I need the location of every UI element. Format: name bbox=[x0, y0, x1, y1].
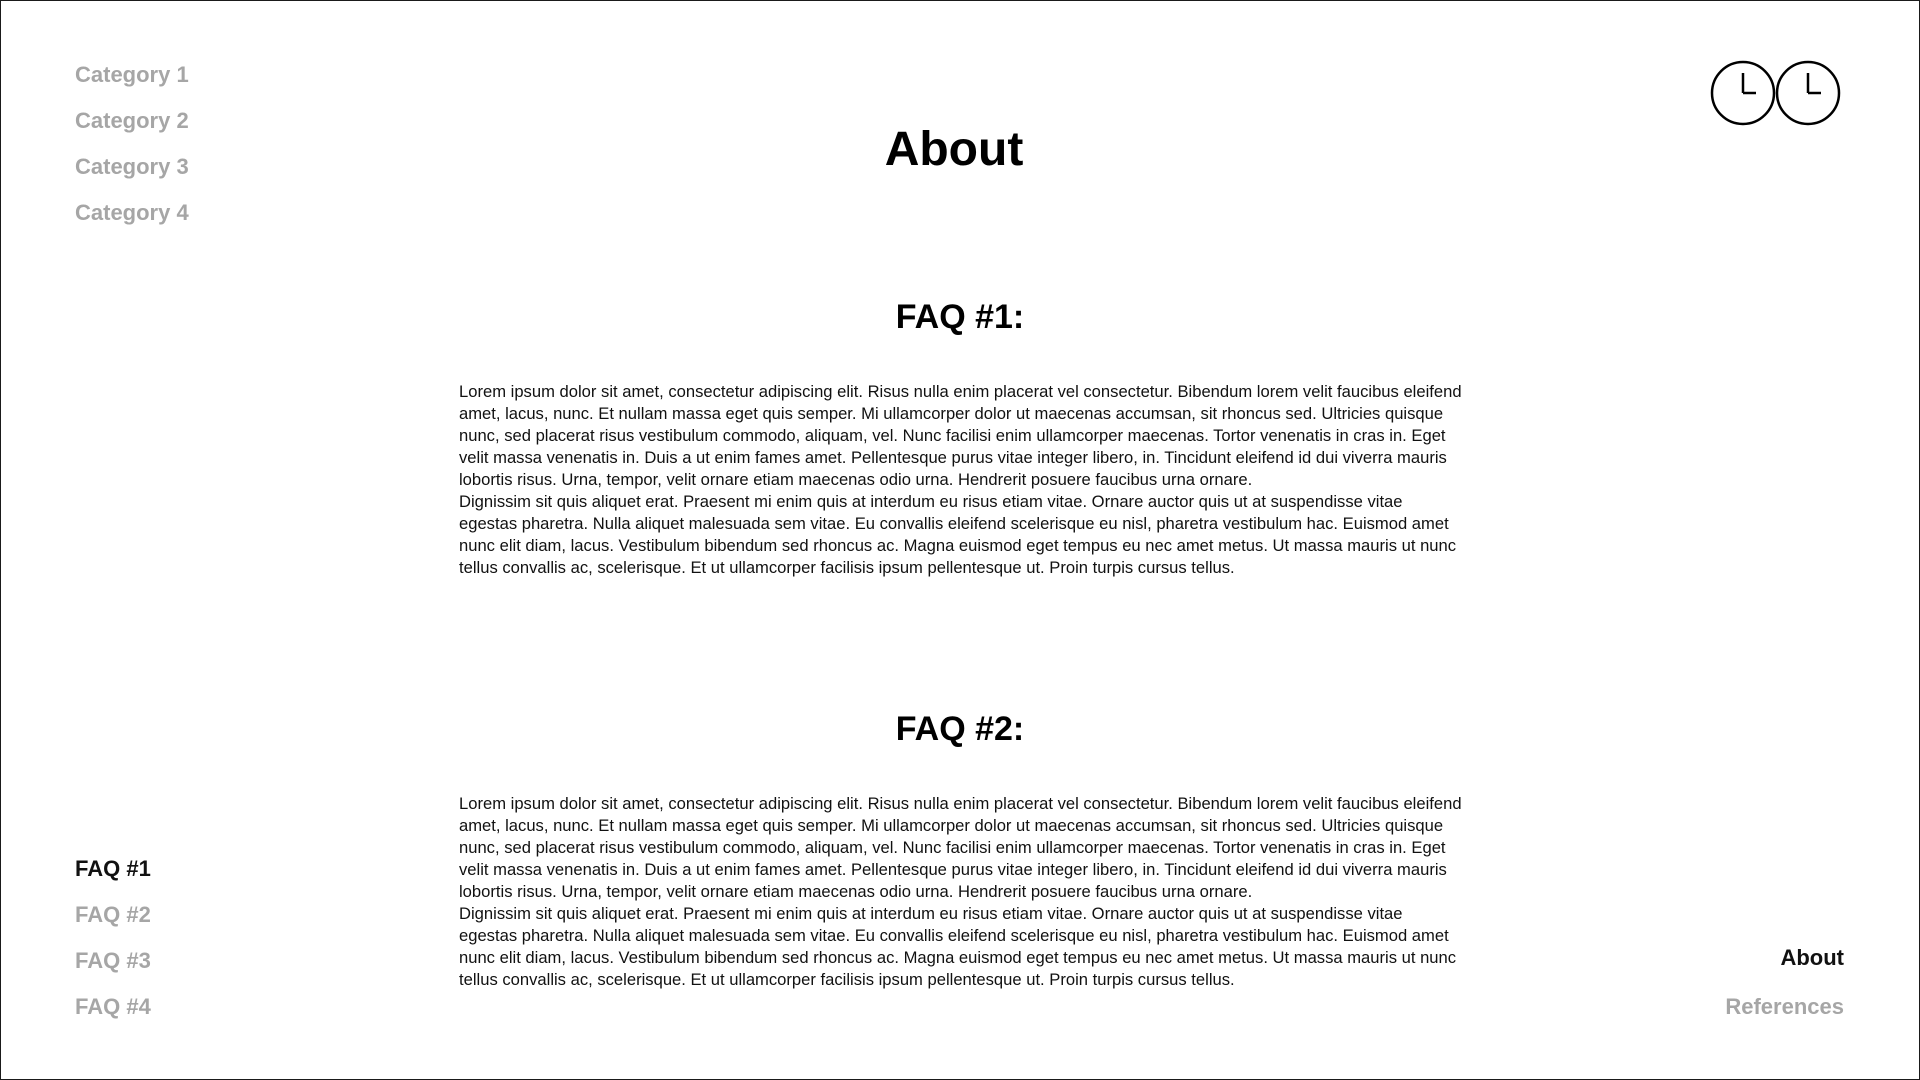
faq-2-body: Lorem ipsum dolor sit amet, consectetur … bbox=[459, 793, 1465, 991]
category-link-1[interactable]: Category 1 bbox=[75, 62, 189, 88]
twin-clock-logo-svg bbox=[1710, 60, 1841, 126]
faq-nav-item-1[interactable]: FAQ #1 bbox=[75, 856, 151, 882]
faq-1-paragraph-2: Dignissim sit quis aliquet erat. Praesen… bbox=[459, 492, 1457, 577]
faq-nav-item-2[interactable]: FAQ #2 bbox=[75, 902, 151, 928]
page-nav-references[interactable]: References bbox=[1725, 994, 1844, 1020]
faq-1-heading: FAQ #1: bbox=[895, 298, 1025, 336]
twin-clock-logo-icon[interactable] bbox=[1710, 60, 1842, 126]
faq-1-paragraph-1: Lorem ipsum dolor sit amet, consectetur … bbox=[459, 382, 1462, 489]
faq-2-paragraph-1: Lorem ipsum dolor sit amet, consectetur … bbox=[459, 794, 1462, 901]
faq-nav-item-3[interactable]: FAQ #3 bbox=[75, 948, 151, 974]
category-link-4[interactable]: Category 4 bbox=[75, 200, 189, 226]
faq-2-paragraph-2: Dignissim sit quis aliquet erat. Praesen… bbox=[459, 904, 1457, 989]
faq-2-heading: FAQ #2: bbox=[895, 710, 1025, 748]
faq-nav: FAQ #1 FAQ #2 FAQ #3 FAQ #4 bbox=[75, 856, 151, 1020]
page-nav: About References bbox=[1725, 945, 1844, 1020]
page-nav-about[interactable]: About bbox=[1780, 945, 1844, 971]
page-title: About bbox=[884, 123, 1024, 176]
faq-nav-item-4[interactable]: FAQ #4 bbox=[75, 994, 151, 1020]
faq-1-body: Lorem ipsum dolor sit amet, consectetur … bbox=[459, 381, 1465, 579]
